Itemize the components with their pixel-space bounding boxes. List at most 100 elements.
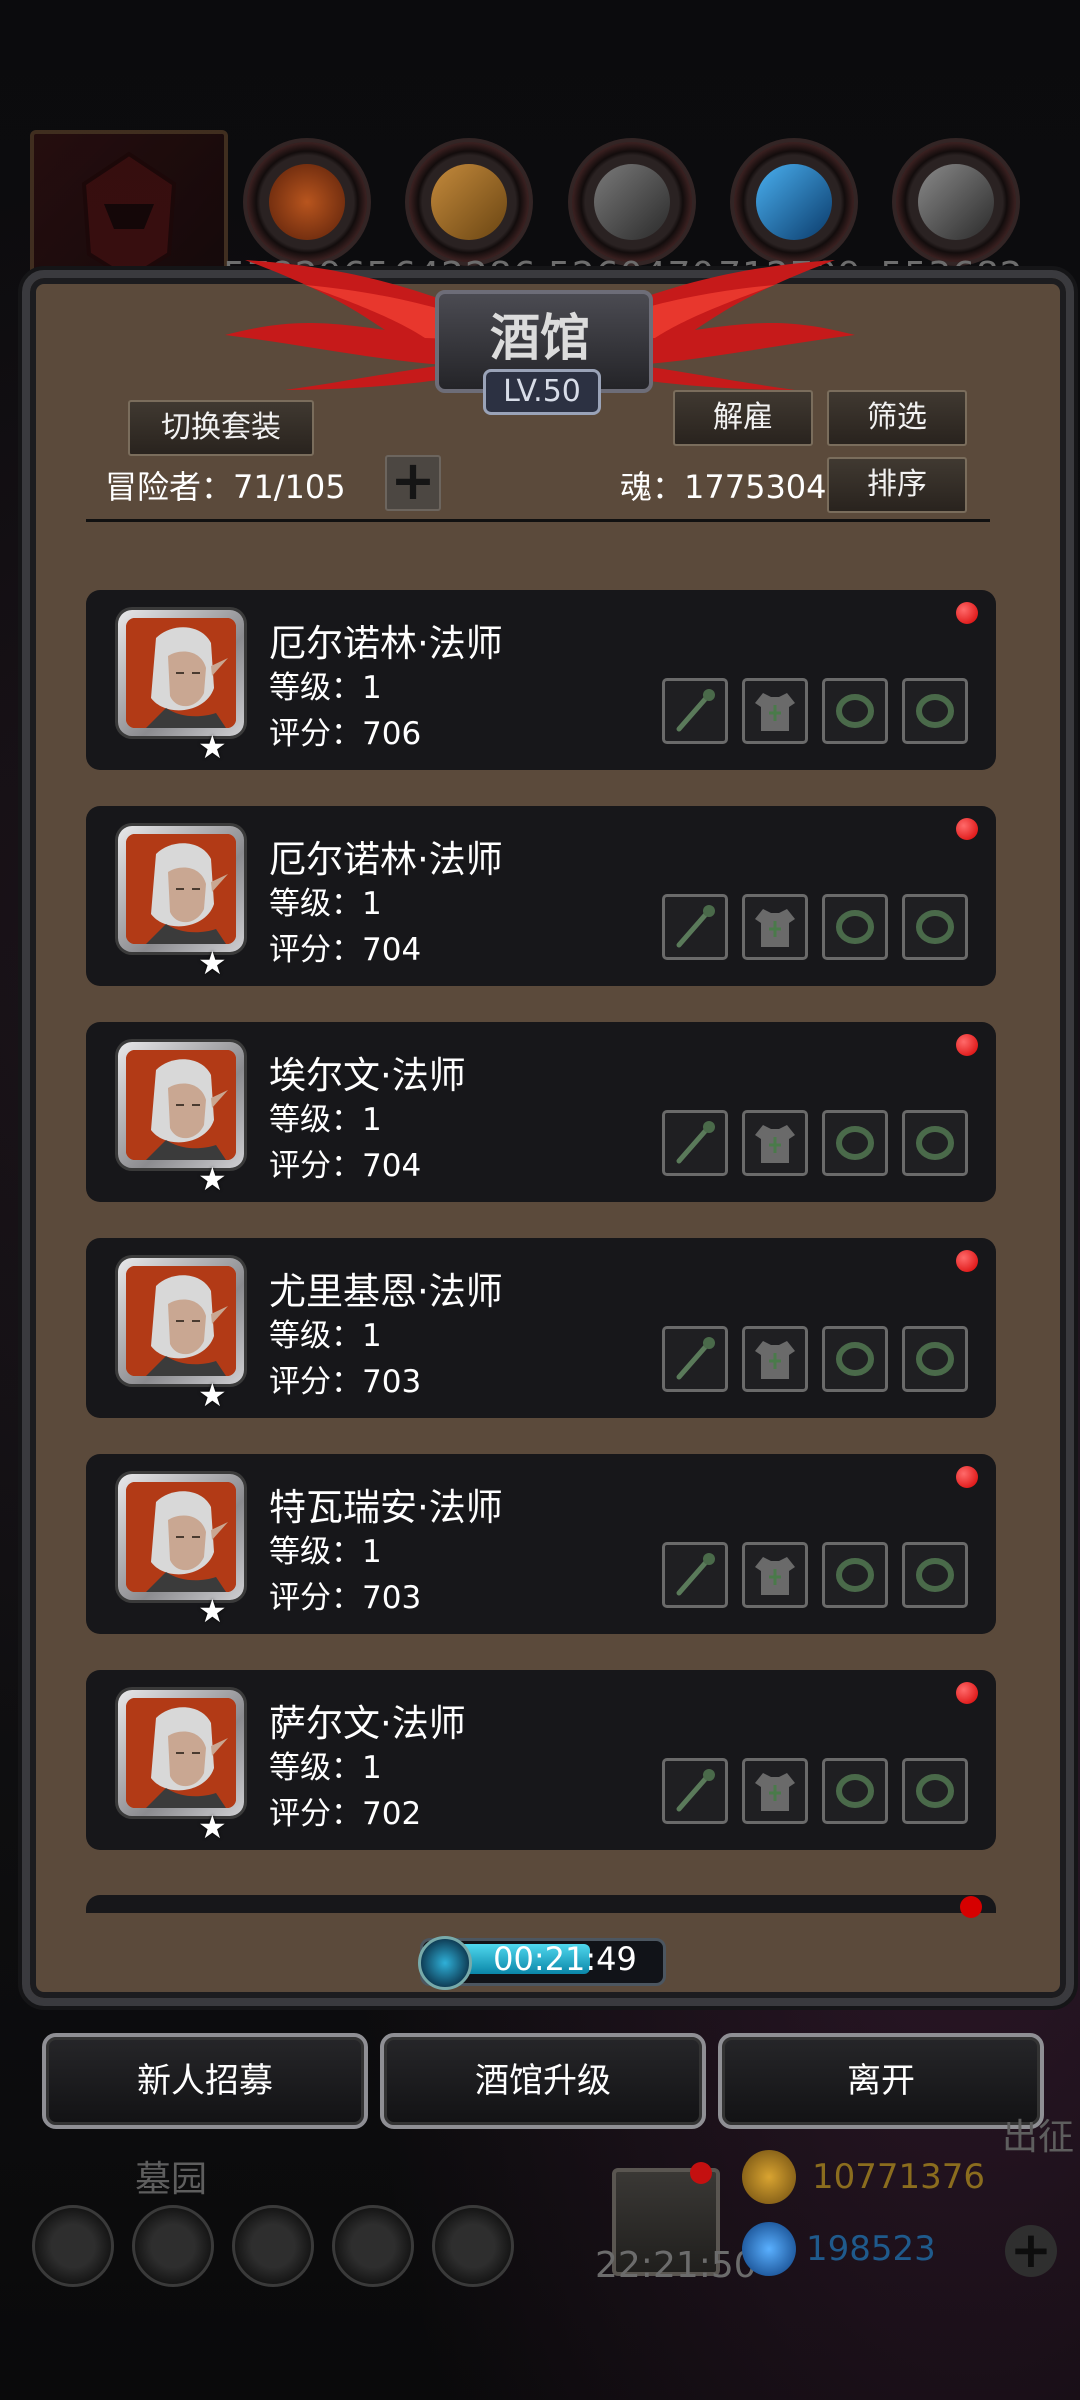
ring-slot-2[interactable] [902, 678, 968, 744]
crystal-resource[interactable] [730, 138, 858, 266]
gold-coin-icon [742, 2150, 796, 2204]
ring-slot-2[interactable] [902, 1758, 968, 1824]
ring-slot-2[interactable] [902, 894, 968, 960]
hero-score: 评分：704 [269, 1148, 422, 1184]
star-icon: ★ [198, 1376, 227, 1414]
hero-avatar[interactable]: ★ [118, 1258, 244, 1414]
switch-outfit-button[interactable]: 切换套装 [128, 400, 314, 456]
ring-slot-1[interactable] [822, 1758, 888, 1824]
hero-name: 特瓦瑞安·法师 [269, 1486, 503, 1529]
hero-name: 厄尔诺林·法师 [269, 622, 503, 665]
filter-button[interactable]: 筛选 [827, 390, 967, 446]
robe-icon [755, 1125, 795, 1163]
hero-score: 评分：703 [269, 1580, 422, 1616]
hero-avatar[interactable]: ★ [118, 610, 244, 766]
hero-row[interactable]: ★ 厄尔诺林·法师 等级：1 评分：704 [86, 806, 996, 986]
hero-row-partial [86, 1895, 996, 1913]
robe-icon [755, 693, 795, 731]
achievement-nav-icon[interactable] [132, 2205, 214, 2287]
hero-list[interactable]: ★ 厄尔诺林·法师 等级：1 评分：706 ★ 厄尔诺林·法师 等级：1 评分：… [86, 530, 996, 1910]
hero-nav-icon[interactable] [232, 2205, 314, 2287]
guild-nav-icon[interactable] [432, 2205, 514, 2287]
staff-slot[interactable] [662, 678, 728, 744]
ring-icon [916, 1342, 954, 1376]
ring-icon [916, 910, 954, 944]
armor-slot[interactable] [742, 1542, 808, 1608]
ring-icon [916, 1774, 954, 1808]
hero-name: 尤里基恩·法师 [269, 1270, 503, 1313]
staff-slot[interactable] [662, 1110, 728, 1176]
robe-icon [755, 909, 795, 947]
staff-slot[interactable] [662, 1326, 728, 1392]
star-icon: ★ [198, 1592, 227, 1630]
wood-resource[interactable] [405, 138, 533, 266]
staff-slot[interactable] [662, 1542, 728, 1608]
notification-dot [956, 1466, 978, 1488]
armor-slot[interactable] [742, 894, 808, 960]
elf-mage-portrait-icon [126, 1698, 236, 1808]
notification-dot [956, 1682, 978, 1704]
ring-slot-1[interactable] [822, 1110, 888, 1176]
armor-slot[interactable] [742, 1326, 808, 1392]
armor-slot[interactable] [742, 1758, 808, 1824]
meat-resource[interactable] [243, 138, 371, 266]
robe-icon [755, 1773, 795, 1811]
hero-avatar[interactable]: ★ [118, 1474, 244, 1630]
staff-icon [676, 1769, 715, 1812]
armor-slot[interactable] [742, 678, 808, 744]
hero-avatar[interactable]: ★ [118, 1042, 244, 1198]
mail-nav-icon[interactable] [332, 2205, 414, 2287]
staff-slot[interactable] [662, 1758, 728, 1824]
sort-button[interactable]: 排序 [827, 457, 967, 513]
elf-mage-portrait-icon [126, 1050, 236, 1160]
staff-icon [676, 905, 715, 948]
hero-name: 埃尔文·法师 [269, 1054, 466, 1097]
hero-level: 等级：1 [269, 670, 382, 706]
ring-slot-1[interactable] [822, 894, 888, 960]
expedition-label[interactable]: 出征 [1002, 2108, 1074, 2160]
hero-row[interactable]: ★ 埃尔文·法师 等级：1 评分：704 [86, 1022, 996, 1202]
staff-slot[interactable] [662, 894, 728, 960]
dismiss-button[interactable]: 解雇 [673, 390, 813, 446]
gem-amount: 198523 [806, 2229, 936, 2269]
star-icon: ★ [198, 1160, 227, 1198]
hero-avatar[interactable]: ★ [118, 1690, 244, 1846]
notification-dot [956, 1034, 978, 1056]
notification-dot [956, 602, 978, 624]
staff-icon [676, 1337, 715, 1380]
add-slot-button[interactable]: + [385, 454, 441, 511]
star-icon: ★ [198, 944, 227, 982]
hero-level: 等级：1 [269, 1750, 382, 1786]
ring-slot-2[interactable] [902, 1542, 968, 1608]
ring-icon [916, 1126, 954, 1160]
hero-row[interactable]: ★ 特瓦瑞安·法师 等级：1 评分：703 [86, 1454, 996, 1634]
clock-icon [418, 1936, 472, 1990]
leave-button[interactable]: 离开 [718, 2033, 1044, 2129]
adventurer-count: 冒险者：71/105 [105, 468, 346, 506]
hero-score: 评分：704 [269, 932, 422, 968]
hero-row[interactable]: ★ 厄尔诺林·法师 等级：1 评分：706 [86, 590, 996, 770]
recruit-button[interactable]: 新人招募 [42, 2033, 368, 2129]
armor-slot[interactable] [742, 1110, 808, 1176]
iron-resource[interactable] [892, 138, 1020, 266]
elf-mage-portrait-icon [126, 1482, 236, 1592]
add-currency-button[interactable]: + [1005, 2225, 1057, 2277]
upgrade-tavern-button[interactable]: 酒馆升级 [380, 2033, 706, 2129]
settings-nav-icon[interactable] [32, 2205, 114, 2287]
hero-row[interactable]: ★ 尤里基恩·法师 等级：1 评分：703 [86, 1238, 996, 1418]
ring-slot-2[interactable] [902, 1326, 968, 1392]
ring-icon [836, 694, 874, 728]
ring-icon [836, 1558, 874, 1592]
stone-resource[interactable] [568, 138, 696, 266]
hero-row[interactable]: ★ 萨尔文·法师 等级：1 评分：702 [86, 1670, 996, 1850]
ring-slot-1[interactable] [822, 1326, 888, 1392]
notification-dot [956, 818, 978, 840]
ring-slot-1[interactable] [822, 1542, 888, 1608]
ring-icon [836, 1774, 874, 1808]
hero-avatar[interactable]: ★ [118, 826, 244, 982]
elf-mage-portrait-icon [126, 1266, 236, 1376]
hero-level: 等级：1 [269, 1318, 382, 1354]
ring-slot-2[interactable] [902, 1110, 968, 1176]
ring-slot-1[interactable] [822, 678, 888, 744]
gold-amount: 10771376 [812, 2157, 986, 2197]
